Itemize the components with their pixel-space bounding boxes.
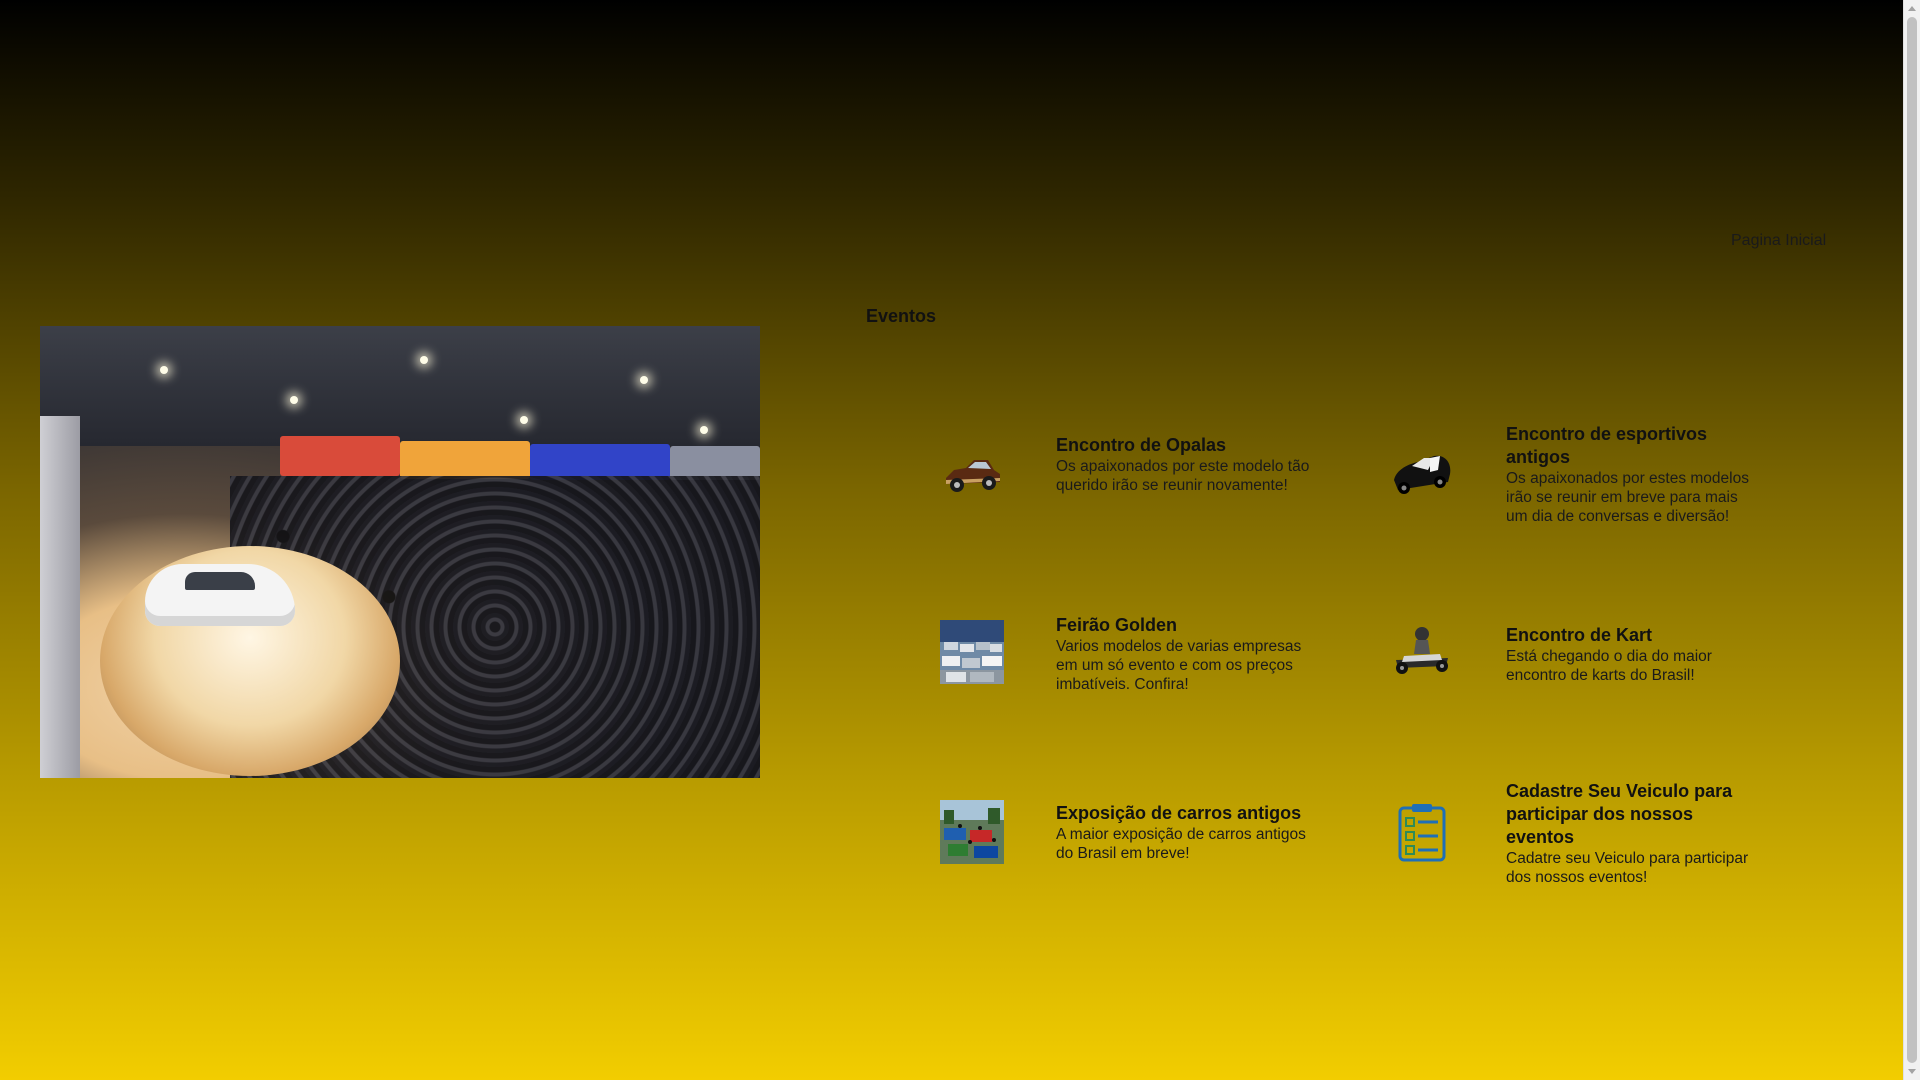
- hero-light: [160, 366, 168, 374]
- car-lot-photo-icon: [940, 620, 1004, 684]
- event-card-text: Feirão Golden Varios modelos de varias e…: [1056, 614, 1311, 694]
- hero-light: [420, 356, 428, 364]
- hero-photo: [40, 326, 760, 778]
- vertical-scrollbar[interactable]: [1903, 0, 1920, 1080]
- event-description: Os apaixonados por este modelo tão queri…: [1056, 458, 1310, 494]
- event-card-text: Cadastre Seu Veiculo para participar dos…: [1506, 780, 1761, 887]
- event-card-text: Encontro de esportivos antigos Os apaixo…: [1506, 423, 1761, 526]
- scroll-up-arrow-icon[interactable]: [1908, 6, 1916, 11]
- event-card-text: Exposição de carros antigos A maior expo…: [1056, 802, 1311, 863]
- event-description: Varios modelos de varias empresas em um …: [1056, 638, 1302, 693]
- hero-booth: [280, 436, 400, 476]
- event-title: Cadastre Seu Veiculo para participar dos…: [1506, 781, 1733, 847]
- hero-light: [520, 416, 528, 424]
- scroll-down-arrow-icon[interactable]: [1908, 1069, 1916, 1074]
- event-title: Exposição de carros antigos: [1056, 803, 1302, 823]
- hero-booth: [530, 444, 670, 480]
- black-sports-car-icon: [1390, 440, 1454, 504]
- event-title: Feirão Golden: [1056, 615, 1178, 635]
- hero-booth: [670, 446, 760, 480]
- hero-ceiling: [40, 326, 760, 446]
- hero-light: [290, 396, 298, 404]
- scrollbar-thumb[interactable]: [1907, 17, 1917, 1063]
- hero-wall: [40, 416, 80, 778]
- car-exhibition-photo-icon: [940, 800, 1004, 864]
- page-background: Pagina Inicial Eventos Encontro de Opala…: [0, 0, 1903, 1080]
- event-description: Cadatre seu Veiculo para participar dos …: [1506, 850, 1749, 886]
- kart-icon: [1390, 620, 1454, 684]
- hero-car: [145, 564, 295, 626]
- event-title: Encontro de esportivos antigos: [1506, 424, 1708, 467]
- event-title: Encontro de Kart: [1506, 625, 1653, 645]
- event-card-text: Encontro de Opalas Os apaixonados por es…: [1056, 434, 1311, 495]
- hero-light: [640, 376, 648, 384]
- hero-booth: [400, 441, 530, 479]
- event-description: Está chegando o dia do maior encontro de…: [1506, 648, 1712, 684]
- events-section-title: Eventos: [866, 306, 937, 326]
- event-title: Encontro de Opalas: [1056, 435, 1227, 455]
- classic-car-icon: [940, 440, 1004, 504]
- nav-home-link[interactable]: Pagina Inicial: [1731, 232, 1826, 250]
- hero-light: [700, 426, 708, 434]
- clipboard-checklist-icon: [1390, 800, 1454, 864]
- event-description: Os apaixonados por estes modelos irão se…: [1506, 470, 1749, 525]
- event-card-text: Encontro de Kart Está chegando o dia do …: [1506, 624, 1761, 685]
- event-description: A maior exposição de carros antigos do B…: [1056, 826, 1306, 862]
